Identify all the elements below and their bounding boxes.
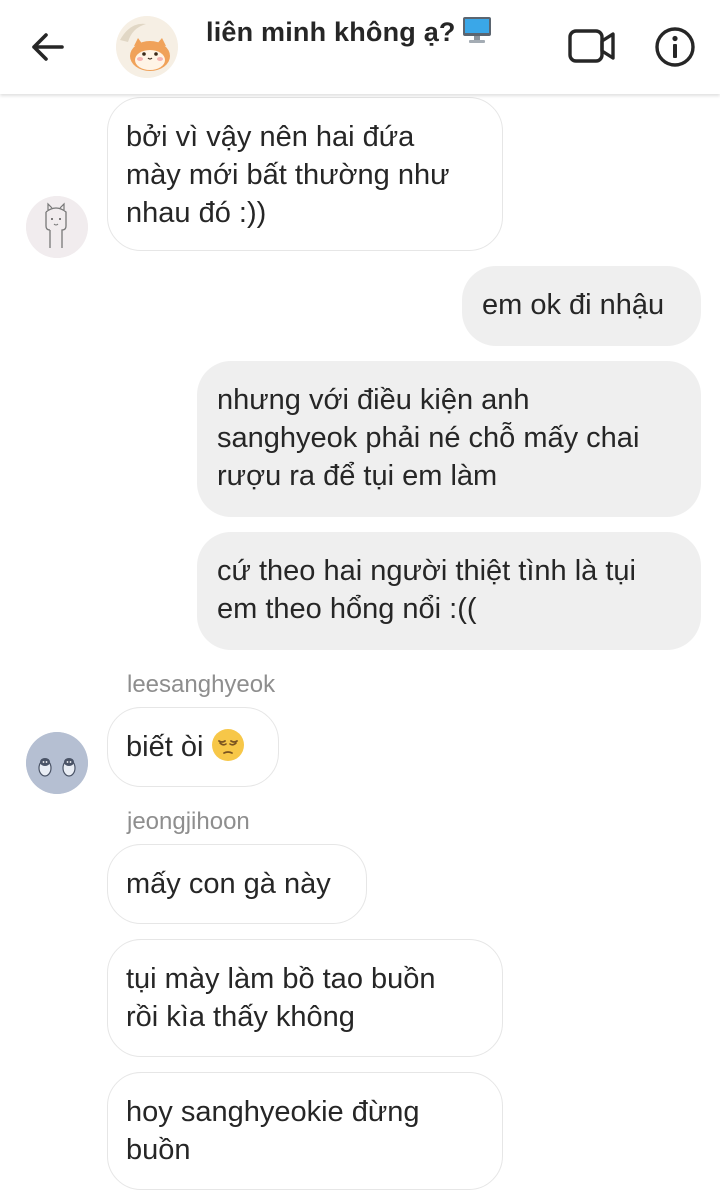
arrow-left-icon bbox=[32, 33, 64, 61]
message-bubble[interactable]: em ok đi nhậu bbox=[462, 266, 701, 346]
sender-name: leesanghyeok bbox=[127, 671, 276, 698]
message-text-content: biết òi bbox=[126, 731, 204, 763]
hamster-avatar-icon bbox=[116, 16, 178, 78]
message-text: bởi vì vậy nên hai đứa bbox=[126, 121, 415, 153]
desktop-computer-emoji-icon bbox=[462, 16, 492, 51]
info-button[interactable] bbox=[652, 24, 698, 70]
sender-name: jeongjihoon bbox=[127, 808, 250, 835]
message-text: biết òi bbox=[126, 728, 260, 772]
message-text: mày mới bất thường như bbox=[126, 159, 450, 191]
message-text: hoy sanghyeokie đừng bbox=[126, 1096, 420, 1128]
message-bubble[interactable]: cứ theo hai người thiệt tình là tụi em t… bbox=[197, 532, 701, 650]
sender-avatar[interactable] bbox=[26, 196, 88, 258]
message-text: nhưng với điều kiện anh bbox=[217, 384, 530, 416]
video-camera-icon bbox=[568, 29, 615, 63]
video-call-button[interactable] bbox=[566, 26, 618, 66]
message-text: mấy con gà này bbox=[126, 868, 331, 900]
message-bubble[interactable]: biết òi bbox=[107, 707, 279, 787]
message-text: rồi kìa thấy không bbox=[126, 1001, 355, 1033]
message-bubble[interactable]: nhưng với điều kiện anh sanghyeok phải n… bbox=[197, 361, 701, 517]
info-icon bbox=[655, 27, 695, 67]
message-text: cứ theo hai người thiệt tình là tụi bbox=[217, 555, 636, 587]
message-text: em ok đi nhậu bbox=[482, 289, 665, 321]
pensive-face-emoji-icon bbox=[211, 728, 245, 772]
group-avatar[interactable] bbox=[116, 16, 178, 78]
message-text: sanghyeok phải né chỗ mấy chai bbox=[217, 422, 640, 454]
sender-avatar[interactable] bbox=[26, 732, 88, 794]
message-bubble[interactable]: mấy con gà này bbox=[107, 844, 367, 924]
penguins-avatar-icon bbox=[26, 732, 88, 794]
message-bubble[interactable]: bởi vì vậy nên hai đứa mày mới bất thườn… bbox=[107, 97, 503, 251]
chat-title-text: liên minh không ạ? bbox=[206, 17, 456, 47]
alpaca-avatar-icon bbox=[26, 196, 88, 258]
chat-header: liên minh không ạ? bbox=[0, 0, 720, 94]
message-text: tụi mày làm bồ tao buồn bbox=[126, 963, 436, 995]
message-text: rượu ra để tụi em làm bbox=[217, 460, 498, 492]
message-text: em theo hổng nổi :(( bbox=[217, 593, 477, 625]
back-button[interactable] bbox=[22, 24, 72, 70]
message-text: buồn bbox=[126, 1134, 191, 1166]
message-bubble[interactable]: hoy sanghyeokie đừng buồn bbox=[107, 1072, 503, 1190]
message-text: nhau đó :)) bbox=[126, 197, 267, 229]
chat-title[interactable]: liên minh không ạ? bbox=[206, 16, 492, 51]
message-bubble[interactable]: tụi mày làm bồ tao buồn rồi kìa thấy khô… bbox=[107, 939, 503, 1057]
